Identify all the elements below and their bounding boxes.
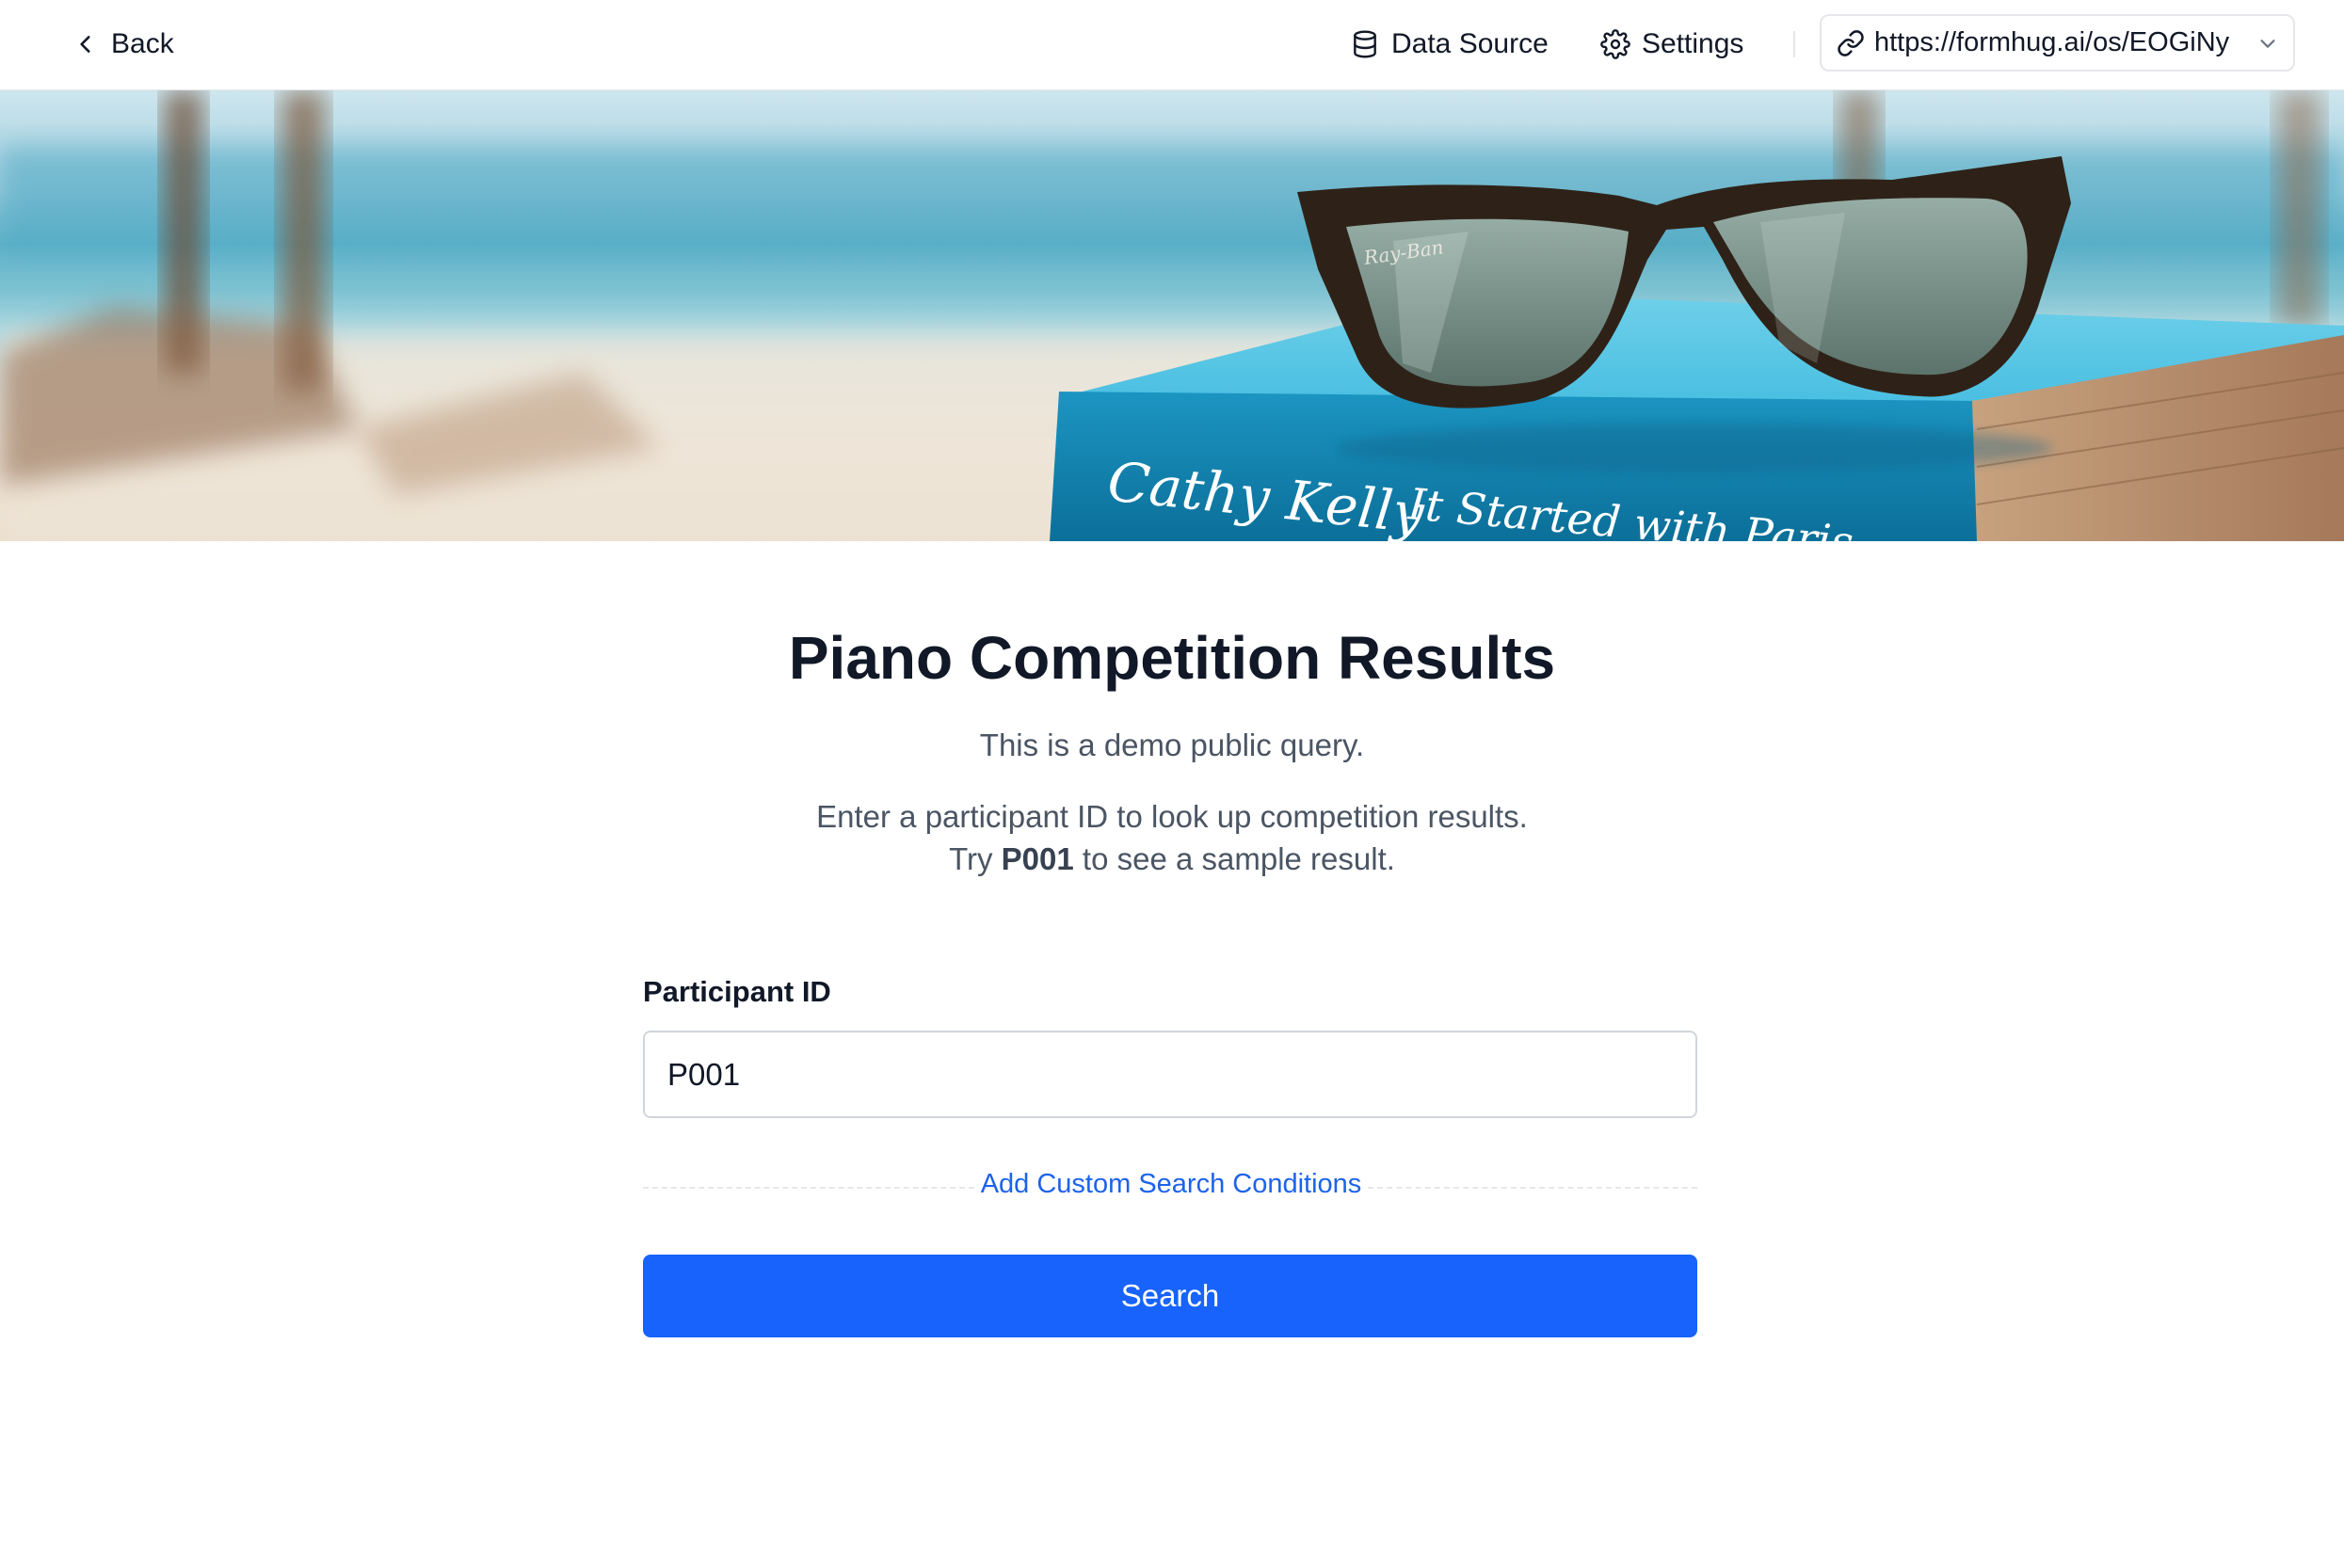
chevron-left-icon bbox=[80, 36, 90, 53]
settings-label: Settings bbox=[1642, 28, 1744, 59]
add-custom-conditions-link[interactable]: Add Custom Search Conditions bbox=[974, 1169, 1368, 1200]
data-source-label: Data Source bbox=[1391, 28, 1549, 59]
cover-image: Cathy Kelly It Started with Paris Ray-Ba… bbox=[0, 90, 2344, 541]
divider-right bbox=[1368, 1187, 1697, 1189]
link-icon bbox=[1838, 29, 1864, 56]
page-title: Piano Competition Results bbox=[788, 624, 1556, 692]
database-icon bbox=[1354, 30, 1376, 58]
description-line-1: This is a demo public query. bbox=[979, 728, 1365, 762]
search-button[interactable]: Search bbox=[643, 1255, 1697, 1337]
share-url-dropdown[interactable]: https://formhug.ai/os/EOGiNy bbox=[1820, 14, 2295, 72]
settings-button[interactable]: Settings bbox=[1600, 23, 1743, 66]
participant-id-input[interactable] bbox=[643, 1031, 1697, 1118]
header-divider bbox=[1793, 31, 1795, 57]
divider-left bbox=[643, 1187, 974, 1189]
back-label: Back bbox=[111, 28, 174, 59]
description-line-2: Enter a participant ID to look up compet… bbox=[816, 799, 1528, 834]
participant-id-label: Participant ID bbox=[643, 975, 831, 1008]
gear-icon bbox=[1600, 29, 1630, 59]
chevron-down-icon bbox=[2260, 39, 2275, 48]
description-prefix: Try bbox=[949, 841, 1002, 876]
description-line-3: Try P001 to see a sample result. bbox=[0, 841, 2344, 877]
sample-id-highlight: P001 bbox=[1001, 841, 1074, 876]
top-bar: Back Data Source Settings https://formhu… bbox=[0, 0, 2344, 90]
back-button[interactable]: Back bbox=[73, 23, 174, 66]
data-source-button[interactable]: Data Source bbox=[1350, 23, 1549, 66]
description-suffix: to see a sample result. bbox=[1073, 841, 1395, 876]
share-url-text: https://formhug.ai/os/EOGiNy bbox=[1874, 27, 2230, 57]
